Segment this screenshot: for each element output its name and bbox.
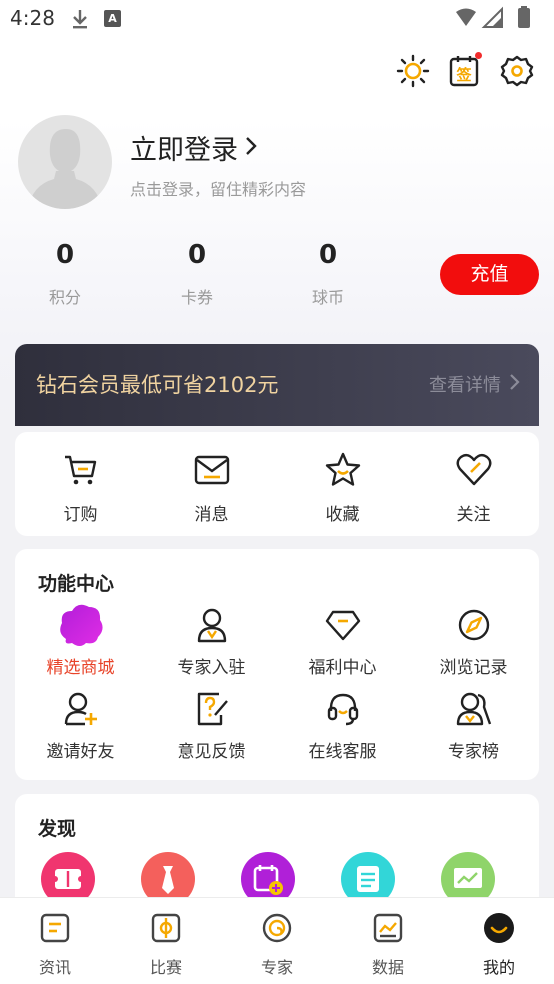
func-expert-join[interactable]: 专家入驻 <box>146 605 277 678</box>
tab-match[interactable]: 比赛 <box>111 908 221 978</box>
func-invite[interactable]: 邀请好友 <box>15 689 146 762</box>
bottom-tab-bar: 资讯 比赛 专家 数据 我的 <box>0 897 554 984</box>
match-tab-icon <box>151 913 181 943</box>
profile-page: 4:28 A 签 立即登录 点击登录，留住精彩内容 0 积分 0 卡券 0 球币… <box>0 0 554 984</box>
func-feedback[interactable]: 意见反馈 <box>146 689 277 762</box>
quick-order[interactable]: 订购 <box>15 452 146 525</box>
login-title[interactable]: 立即登录 <box>130 128 238 167</box>
stat-label: 卡券 <box>180 288 213 307</box>
add-user-icon <box>64 692 97 726</box>
func-label: 意见反馈 <box>177 742 246 762</box>
data-tab-icon <box>373 913 403 943</box>
cart-icon <box>64 455 96 485</box>
me-tab-icon <box>484 913 514 943</box>
func-history[interactable]: 浏览记录 <box>408 605 539 678</box>
accessibility-icon: A <box>104 10 121 27</box>
vip-banner[interactable]: 钻石会员最低可省2102元 查看详情 <box>15 344 539 426</box>
shop-cloud-icon <box>59 604 103 646</box>
diamond-icon <box>325 610 360 641</box>
tab-label: 我的 <box>482 958 515 977</box>
func-label: 浏览记录 <box>439 658 508 678</box>
section-title: 发现 <box>38 818 77 840</box>
quick-label: 收藏 <box>325 505 360 525</box>
status-time: 4:28 <box>10 6 55 30</box>
feedback-icon <box>197 692 228 726</box>
func-shop[interactable]: 精选商城 <box>15 604 146 678</box>
headset-icon <box>327 693 358 726</box>
signal-battery-icons <box>456 6 530 28</box>
quick-label: 关注 <box>456 505 491 525</box>
quick-label: 消息 <box>194 505 229 525</box>
sign-in-icon[interactable]: 签 <box>448 52 482 88</box>
func-label: 在线客服 <box>308 742 377 762</box>
avatar[interactable] <box>18 115 112 209</box>
stat-points[interactable]: 0 积分 <box>15 240 115 308</box>
func-ranking[interactable]: 专家榜 <box>408 689 539 762</box>
chevron-right-icon <box>510 374 520 390</box>
section-title: 功能中心 <box>38 573 115 595</box>
stat-label: 积分 <box>48 288 81 307</box>
func-label: 专家榜 <box>448 742 499 762</box>
stat-label: 球币 <box>311 288 344 307</box>
compass-icon <box>458 609 489 641</box>
tab-me[interactable]: 我的 <box>444 908 554 978</box>
tab-label: 专家 <box>260 958 293 977</box>
func-support[interactable]: 在线客服 <box>277 689 408 762</box>
chevron-right-icon[interactable] <box>244 136 258 156</box>
function-center-card: 功能中心 精选商城 专家入驻 福利中心 浏览记录 邀请好友 意见反馈 在线客服 … <box>15 549 539 780</box>
vip-text: 钻石会员最低可省2102元 <box>36 373 279 397</box>
stat-coupons[interactable]: 0 卡券 <box>147 240 247 308</box>
tab-expert[interactable]: 专家 <box>222 908 332 978</box>
stat-value: 0 <box>187 240 207 270</box>
mail-icon <box>194 455 229 485</box>
discover-card: 发现 <box>15 794 539 914</box>
quick-messages[interactable]: 消息 <box>146 452 277 525</box>
quick-actions-card: 订购 消息 收藏 关注 <box>15 432 539 536</box>
tab-data[interactable]: 数据 <box>333 908 443 978</box>
heart-icon <box>456 453 491 486</box>
tab-label: 比赛 <box>149 958 182 977</box>
status-bar: 4:28 A <box>0 0 554 38</box>
ranking-icon <box>456 692 491 726</box>
stat-value: 0 <box>55 240 75 270</box>
expert-tab-icon <box>262 913 292 943</box>
quick-label: 订购 <box>63 505 98 525</box>
tab-news[interactable]: 资讯 <box>0 908 110 978</box>
default-user-icon <box>28 129 102 209</box>
download-icon <box>73 10 87 29</box>
func-label: 邀请好友 <box>46 742 115 762</box>
news-tab-icon <box>40 913 70 943</box>
expert-icon <box>197 608 226 643</box>
brightness-icon[interactable] <box>396 54 430 88</box>
stat-value: 0 <box>318 240 338 270</box>
tab-label: 资讯 <box>38 958 71 977</box>
func-label: 精选商城 <box>46 658 115 678</box>
quick-follow[interactable]: 关注 <box>408 452 539 525</box>
func-welfare[interactable]: 福利中心 <box>277 605 408 678</box>
settings-icon[interactable] <box>500 54 534 88</box>
stat-coins[interactable]: 0 球币 <box>278 240 378 308</box>
func-label: 福利中心 <box>308 658 377 678</box>
star-icon <box>325 452 360 486</box>
notification-dot <box>475 52 482 59</box>
vip-more-link[interactable]: 查看详情 <box>429 371 501 397</box>
tab-label: 数据 <box>371 958 404 977</box>
func-label: 专家入驻 <box>177 658 246 678</box>
quick-favorites[interactable]: 收藏 <box>277 452 408 525</box>
recharge-button[interactable]: 充值 <box>440 254 539 295</box>
login-subtitle: 点击登录，留住精彩内容 <box>130 180 307 199</box>
sign-label: 签 <box>455 66 472 84</box>
